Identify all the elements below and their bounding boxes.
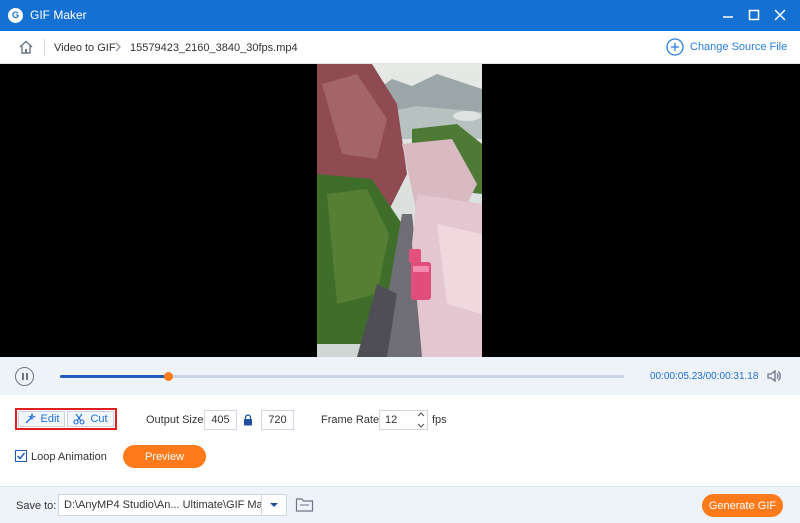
bottom-bar: Save to: D:\AnyMP4 Studio\An... Ultimate… [0, 486, 800, 523]
output-size-label: Output Size: [146, 414, 207, 426]
breadcrumb-section[interactable]: Video to GIF [54, 42, 116, 54]
save-to-label: Save to: [16, 500, 57, 512]
volume-icon[interactable] [766, 368, 782, 384]
preview-button[interactable]: Preview [123, 445, 206, 468]
app-logo-icon: G [8, 8, 23, 23]
frame-rate-label: Frame Rate: [321, 414, 383, 426]
chevron-right-icon [114, 41, 122, 53]
pause-icon[interactable] [15, 367, 34, 386]
edit-button[interactable]: Edit [18, 411, 65, 427]
edit-cut-group: Edit Cut [15, 408, 117, 430]
time-readout: 00:00:05.23/00:00:31.18 [650, 371, 759, 382]
window-title: GIF Maker [30, 8, 87, 22]
video-frame [317, 64, 482, 357]
cut-label: Cut [90, 413, 108, 425]
output-width-field[interactable]: 405 [204, 410, 237, 430]
add-circle-icon [666, 38, 684, 56]
stepper-arrows-icon[interactable] [416, 411, 426, 429]
frame-rate-value: 12 [385, 414, 398, 426]
magic-wand-icon [25, 413, 36, 424]
save-path-dropdown[interactable] [262, 494, 287, 516]
timeline-slider[interactable] [60, 372, 624, 381]
close-icon[interactable] [772, 7, 788, 23]
open-folder-icon[interactable] [295, 496, 314, 513]
breadcrumb: Video to GIF 15579423_2160_3840_30fps.mp… [0, 31, 800, 64]
scissors-icon [73, 413, 85, 425]
cut-button[interactable]: Cut [67, 411, 114, 427]
timeline-progress [60, 375, 169, 378]
title-bar: G GIF Maker [0, 0, 800, 31]
loop-animation-label: Loop Animation [31, 451, 107, 463]
change-source-file-button[interactable]: Change Source File [666, 38, 787, 56]
video-preview[interactable] [0, 64, 800, 357]
breadcrumb-divider [44, 39, 45, 56]
save-path-field[interactable]: D:\AnyMP4 Studio\An... Ultimate\GIF Make… [58, 494, 262, 516]
minimize-icon[interactable] [720, 7, 736, 23]
fps-unit-label: fps [432, 414, 447, 426]
maximize-icon[interactable] [746, 7, 762, 23]
home-icon[interactable] [18, 39, 34, 55]
checkmark-icon [16, 452, 26, 460]
lock-icon[interactable] [243, 414, 253, 426]
generate-gif-button[interactable]: Generate GIF [702, 494, 783, 517]
breadcrumb-file: 15579423_2160_3840_30fps.mp4 [130, 42, 298, 54]
loop-animation-checkbox[interactable] [15, 450, 27, 462]
playback-bar: 00:00:05.23/00:00:31.18 [0, 357, 800, 395]
output-height-field[interactable]: 720 [261, 410, 294, 430]
change-source-label: Change Source File [690, 41, 788, 53]
dropdown-arrow-icon [270, 503, 278, 507]
edit-label: Edit [40, 413, 60, 425]
timeline-thumb[interactable] [164, 372, 174, 381]
